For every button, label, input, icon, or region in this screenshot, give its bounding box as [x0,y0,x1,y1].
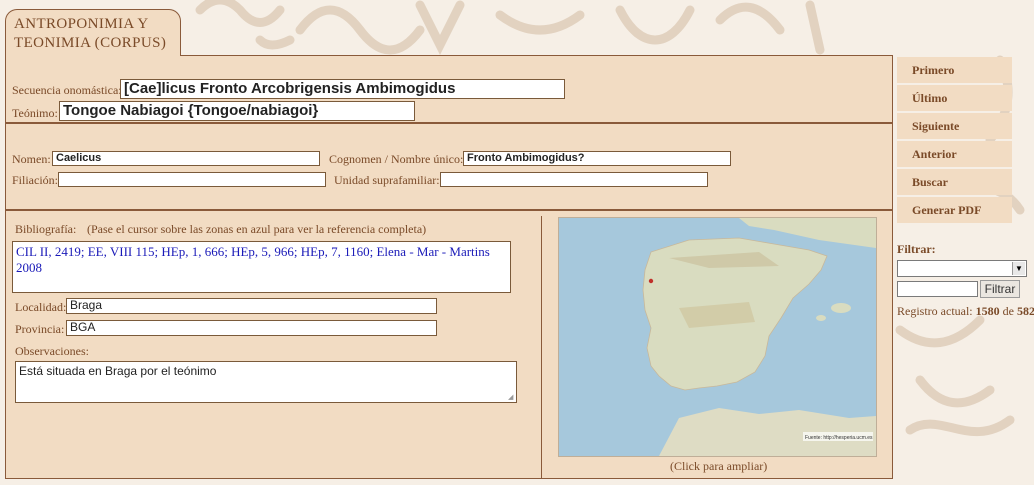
filter-label: Filtrar: [897,242,936,256]
registro-current: 1580 [975,304,1000,318]
filter-button[interactable]: Filtrar [980,280,1020,298]
unidad-field[interactable] [440,172,708,187]
location-map[interactable]: Fuente: http://hesperia.ucm.es [558,217,877,457]
secuencia-field[interactable]: [Cae]licus Fronto Arcobrigensis Ambimogi… [120,79,565,99]
resize-handle-icon[interactable]: ◢ [508,394,515,401]
tab-title-line1: ANTROPONIMIA Y [14,16,149,32]
filter-select[interactable]: ▼ [897,260,1027,277]
observaciones-textarea[interactable]: Está situada en Braga por el teónimo ◢ [15,361,517,403]
nomen-label: Nomen: [12,152,51,166]
column-divider [541,216,542,478]
observaciones-text: Está situada en Braga por el teónimo [19,364,217,378]
bibliografia-label: Bibliografía: [15,222,77,236]
dropdown-arrow-icon[interactable]: ▼ [1012,262,1025,275]
map-balearic-2 [816,315,826,321]
tab-title-line2: TEONIMIA (CORPUS) [14,35,167,51]
record-panel: Secuencia onomástica: [Cae]licus Fronto … [5,55,893,479]
map-balearic-1 [831,303,851,313]
bibliografia-box[interactable]: CIL II, 2419; EE, VIII 115; HEp, 1, 666;… [12,241,511,293]
map-caption: (Click para ampliar) [670,459,768,473]
localidad-field[interactable]: Braga [66,298,437,314]
cognomen-field[interactable]: Fronto Ambimogidus? [463,151,731,166]
bibliografia-hint: (Pase el cursor sobre las zonas en azul … [87,222,427,236]
teonimo-label: Teónimo: [12,106,58,120]
nav-anterior-button[interactable]: Anterior [897,141,1012,167]
unidad-label: Unidad suprafamiliar: [334,173,440,187]
registro-label: Registro actual: [897,304,973,318]
nomen-field[interactable]: Caelicus [52,151,320,166]
secuencia-label: Secuencia onomástica: [12,83,122,97]
nav-siguiente-button[interactable]: Siguiente [897,113,1012,139]
teonimo-field[interactable]: Tongoe Nabiagoi {Tongoe/nabiagoi} [59,101,415,121]
nav-primero-button[interactable]: Primero [897,57,1012,83]
nav-generar-pdf-button[interactable]: Generar PDF [897,197,1012,223]
iberia-map-image: Fuente: http://hesperia.ucm.es [559,218,876,456]
localidad-label: Localidad: [15,300,67,314]
registro-status: Registro actual: 1580 de 5826 [897,304,1034,319]
cognomen-label: Cognomen / Nombre único: [329,152,464,166]
corpus-tab[interactable]: ANTROPONIMIA Y TEONIMIA (CORPUS) [5,9,181,56]
nav-buscar-button[interactable]: Buscar [897,169,1012,195]
provincia-field[interactable]: BGA [66,320,437,336]
registro-total: 5826 [1016,304,1034,318]
observaciones-label: Observaciones: [15,344,89,358]
filiacion-field[interactable] [58,172,326,187]
provincia-label: Provincia: [15,322,65,336]
nav-ultimo-button[interactable]: Último [897,85,1012,111]
filiacion-label: Filiación: [12,173,58,187]
filter-input[interactable] [897,281,978,297]
registro-sep: de [1002,304,1014,318]
divider-2 [6,209,892,211]
divider-1 [6,122,892,124]
braga-marker-icon[interactable] [648,278,654,284]
map-credit: Fuente: http://hesperia.ucm.es [805,435,873,441]
